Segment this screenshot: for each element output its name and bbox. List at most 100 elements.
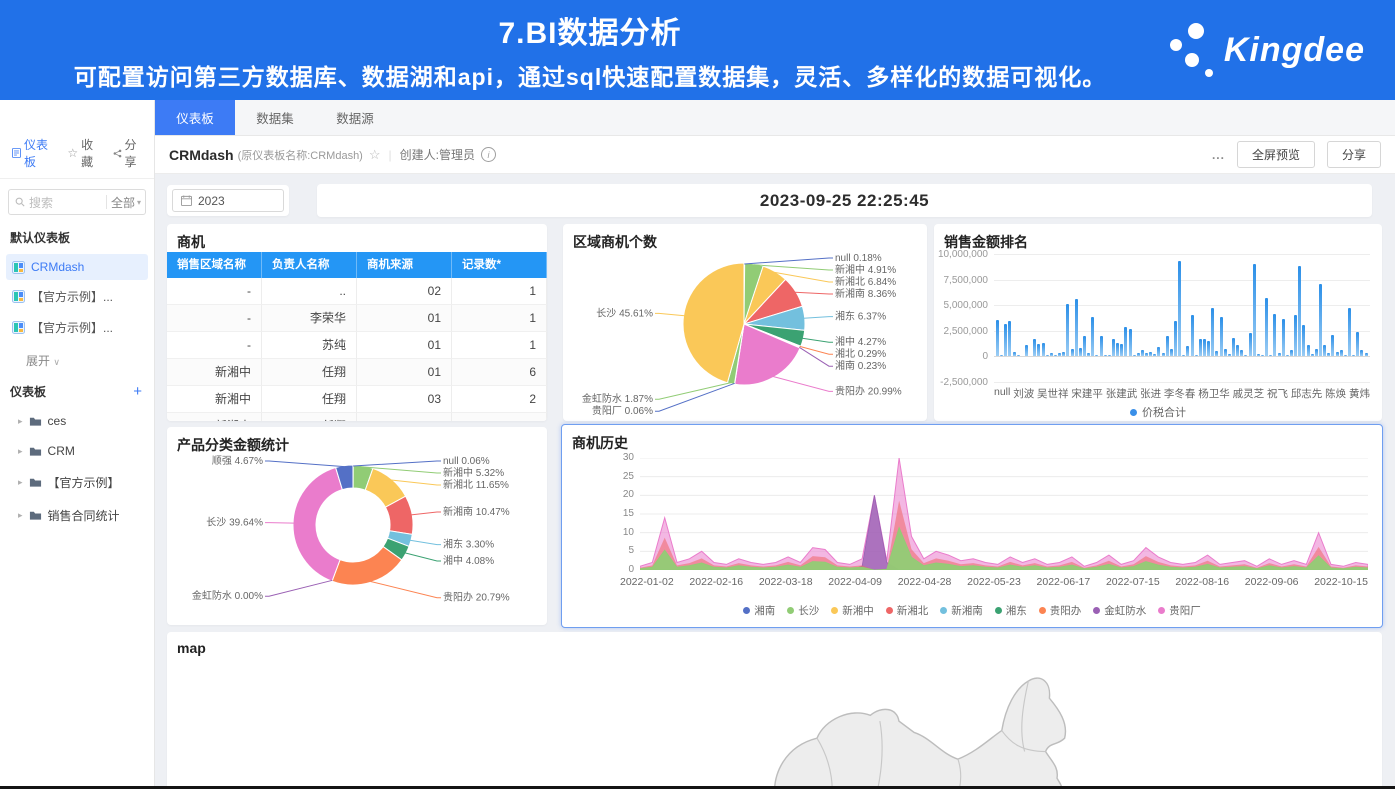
info-icon[interactable]: i <box>481 147 496 162</box>
bar[interactable] <box>1004 324 1007 357</box>
tab-dashboard[interactable]: 仪表板 <box>155 100 235 135</box>
bar[interactable] <box>1365 353 1368 357</box>
bar[interactable] <box>1199 339 1202 356</box>
search-scope-select[interactable]: 全部 ▾ <box>111 194 141 211</box>
bar[interactable] <box>1336 352 1339 356</box>
bar[interactable] <box>1348 308 1351 357</box>
sidebar-item-example-2[interactable]: 【官方示例】... <box>6 313 148 342</box>
area-series-mid[interactable] <box>640 501 1368 570</box>
bar[interactable] <box>1178 261 1181 356</box>
pie-slice[interactable] <box>332 547 402 585</box>
bar[interactable] <box>1191 315 1194 356</box>
product-donut-chart[interactable]: null 0.06%新湘中 5.32%新湘北 11.65%新湘南 10.47%湘… <box>167 451 547 623</box>
bar[interactable] <box>1083 336 1086 356</box>
bar[interactable] <box>1360 350 1363 356</box>
tree-item-ces[interactable]: ▸ ces <box>0 406 154 436</box>
fullscreen-preview-button[interactable]: 全屏预览 <box>1237 141 1315 168</box>
bar[interactable] <box>1100 336 1103 357</box>
bar[interactable] <box>1112 339 1115 356</box>
bar[interactable] <box>1008 321 1011 357</box>
share-button[interactable]: 分享 <box>1327 141 1381 168</box>
china-map[interactable] <box>737 632 1137 789</box>
bar[interactable] <box>1058 353 1061 356</box>
bar[interactable] <box>1203 339 1206 357</box>
area-legend[interactable]: 湘南长沙新湘中新湘北新湘南湘东贵阳办金虹防水贵阳厂 <box>562 603 1382 618</box>
bar[interactable] <box>1298 266 1301 356</box>
bar[interactable] <box>1153 354 1156 356</box>
sidebar-tab-dashboards[interactable]: 仪表板 <box>12 136 53 170</box>
bar[interactable] <box>1042 343 1045 356</box>
bar[interactable] <box>1046 355 1049 356</box>
bar[interactable] <box>1095 355 1098 357</box>
bar[interactable] <box>1278 353 1281 357</box>
bar[interactable] <box>1344 355 1347 356</box>
bar[interactable] <box>1311 354 1314 356</box>
bar[interactable] <box>1162 353 1165 356</box>
pie-slice[interactable] <box>293 468 342 582</box>
bar[interactable] <box>996 320 999 357</box>
bar[interactable] <box>1021 356 1024 357</box>
bar[interactable] <box>1025 345 1028 357</box>
bar[interactable] <box>1207 341 1210 356</box>
bar[interactable] <box>1075 299 1078 356</box>
bar[interactable] <box>1091 317 1094 357</box>
bar[interactable] <box>1265 298 1268 356</box>
bar[interactable] <box>1166 336 1169 356</box>
expand-toggle[interactable]: 展开 ∨ <box>0 344 154 375</box>
bar[interactable] <box>1319 284 1322 357</box>
bar[interactable] <box>1232 338 1235 356</box>
bar[interactable] <box>1116 343 1119 357</box>
bar[interactable] <box>1282 319 1285 357</box>
add-dashboard-button[interactable]: + <box>133 383 142 400</box>
tree-item-sales-contract[interactable]: ▸ 销售合同统计 <box>0 499 154 532</box>
legend-item[interactable]: 新湘北 <box>886 603 929 618</box>
bar[interactable] <box>1211 308 1214 356</box>
bar[interactable] <box>1170 349 1173 356</box>
legend-item[interactable]: 贵阳厂 <box>1158 603 1201 618</box>
legend-item[interactable]: 湘南 <box>743 603 775 618</box>
bar[interactable] <box>1133 355 1136 356</box>
region-pie-chart[interactable]: null 0.18%新湘中 4.91%新湘北 6.84%新湘南 8.36%湘东 … <box>563 248 927 418</box>
bar[interactable] <box>1236 345 1239 356</box>
legend-item[interactable]: 金虹防水 <box>1093 603 1146 618</box>
bar[interactable] <box>1331 335 1334 357</box>
sidebar-item-example-1[interactable]: 【官方示例】... <box>6 282 148 311</box>
bar[interactable] <box>1124 327 1127 357</box>
bar[interactable] <box>1307 345 1310 356</box>
bar[interactable] <box>1220 317 1223 356</box>
bar[interactable] <box>1050 353 1053 357</box>
bar[interactable] <box>1017 355 1020 356</box>
bar[interactable] <box>1149 352 1152 357</box>
bar[interactable] <box>1137 353 1140 356</box>
bar[interactable] <box>1323 345 1326 356</box>
bar[interactable] <box>1269 355 1272 356</box>
legend-item[interactable]: 新湘南 <box>940 603 983 618</box>
bar[interactable] <box>1174 321 1177 357</box>
legend-item[interactable]: 新湘中 <box>831 603 874 618</box>
favorite-star-icon[interactable]: ☆ <box>369 147 381 163</box>
bar[interactable] <box>1145 353 1148 356</box>
bar[interactable] <box>1013 352 1016 357</box>
sidebar-item-crmdash[interactable]: CRMdash <box>6 254 148 280</box>
more-button[interactable]: ... <box>1212 148 1225 162</box>
tab-dataset[interactable]: 数据集 <box>235 100 315 135</box>
bar[interactable] <box>1228 354 1231 356</box>
year-filter-input[interactable]: 2023 <box>172 189 284 212</box>
tab-datasource[interactable]: 数据源 <box>315 100 395 135</box>
bar[interactable] <box>1104 355 1107 356</box>
search-input[interactable]: 搜索 全部 ▾ <box>8 189 146 215</box>
legend-item[interactable]: 贵阳办 <box>1039 603 1082 618</box>
sidebar-tab-favorites[interactable]: ☆ 收藏 <box>67 136 98 170</box>
bar[interactable] <box>1141 350 1144 356</box>
sidebar-tab-share[interactable]: 分享 <box>113 136 144 170</box>
bar[interactable] <box>1062 352 1065 356</box>
bar[interactable] <box>1215 351 1218 357</box>
bar[interactable] <box>1182 355 1185 356</box>
bar-legend[interactable]: 价税合计 <box>934 404 1382 420</box>
bar[interactable] <box>1195 355 1198 356</box>
bar[interactable] <box>1315 349 1318 356</box>
bar[interactable] <box>1352 355 1355 356</box>
bar[interactable] <box>1294 315 1297 356</box>
tree-item-crm[interactable]: ▸ CRM <box>0 436 154 466</box>
bar[interactable] <box>1033 339 1036 357</box>
